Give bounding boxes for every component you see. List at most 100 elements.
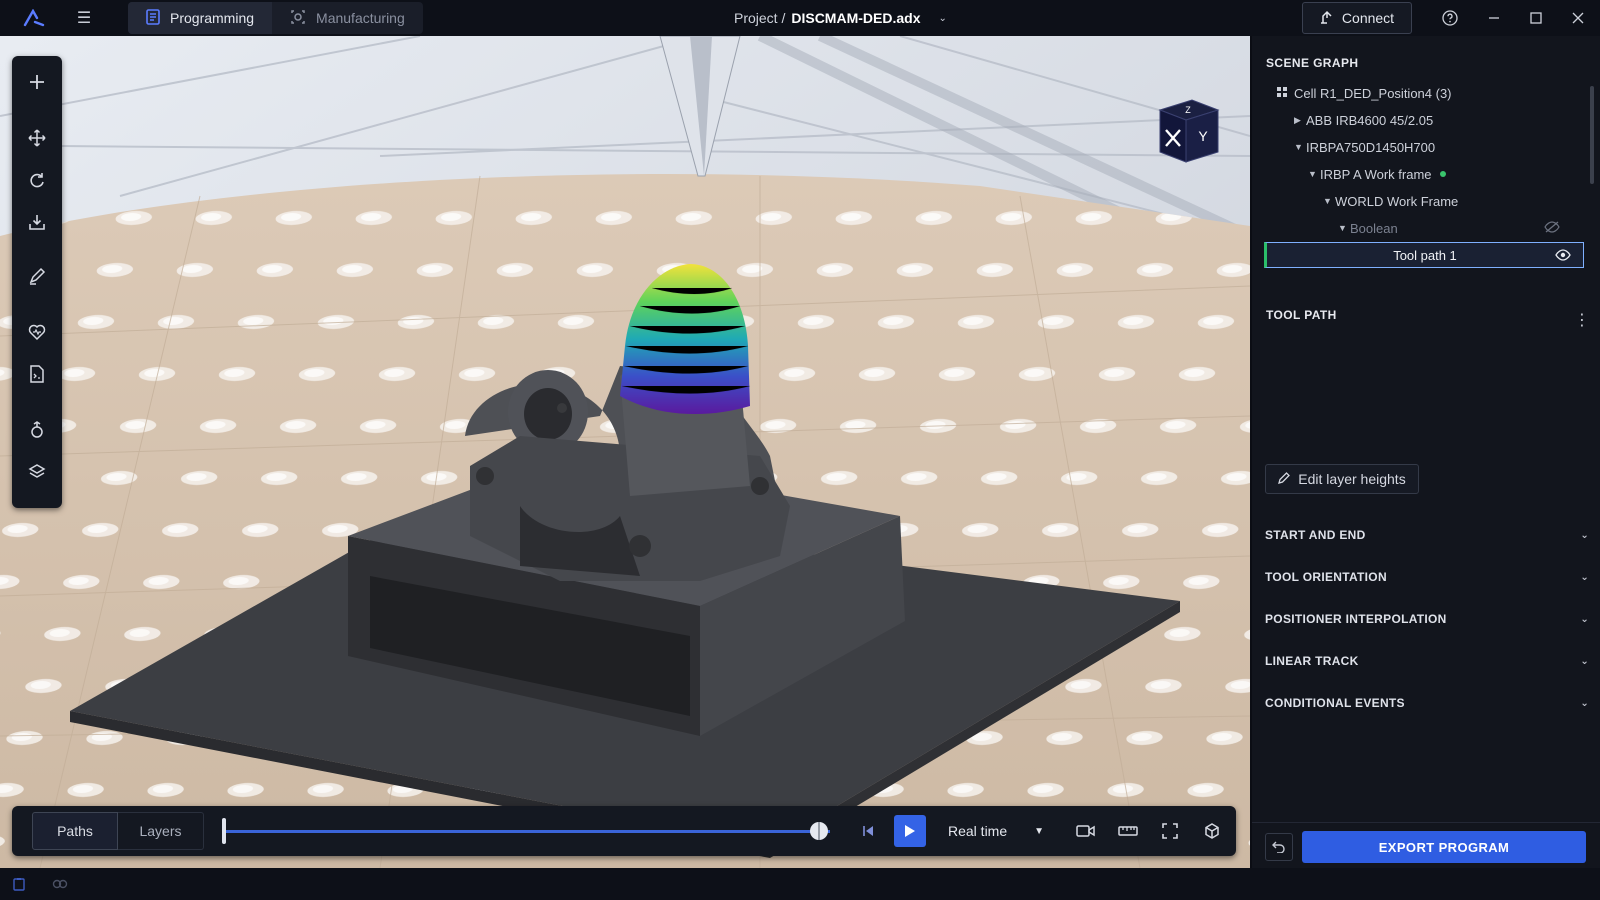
- tree-item-world-work-frame[interactable]: ▼ WORLD Work Frame: [1252, 188, 1584, 214]
- caret-down-icon: ▼: [1034, 825, 1044, 837]
- playback-bar: Paths Layers Real time ▼: [12, 806, 1236, 856]
- caret-down-icon[interactable]: ▼: [1294, 142, 1306, 152]
- panel-footer: EXPORT PROGRAM: [1252, 822, 1600, 868]
- viewcube-y-label: Y: [1198, 128, 1208, 144]
- export-program-button[interactable]: EXPORT PROGRAM: [1302, 831, 1586, 863]
- section-linear-track[interactable]: LINEAR TRACK ⌄: [1265, 648, 1589, 674]
- edit-layer-heights-label: Edit layer heights: [1298, 471, 1406, 487]
- tree-item-label: WORLD Work Frame: [1335, 193, 1459, 209]
- section-label: LINEAR TRACK: [1265, 654, 1359, 668]
- connect-label: Connect: [1341, 10, 1395, 26]
- tree-item-label: IRBP A Work frame: [1320, 166, 1432, 182]
- eye-off-icon[interactable]: [1544, 221, 1560, 236]
- tree-item-label: ABB IRB4600 45/2.05: [1306, 112, 1434, 128]
- playback-speed-select[interactable]: Real time ▼: [936, 815, 1050, 847]
- tab-programming[interactable]: Programming: [128, 2, 273, 34]
- section-conditional-events[interactable]: CONDITIONAL EVENTS ⌄: [1265, 690, 1589, 716]
- record-video-icon[interactable]: [1070, 815, 1102, 847]
- 3d-viewport[interactable]: Z Y: [0, 36, 1250, 868]
- favorite-icon[interactable]: [12, 314, 62, 350]
- left-toolbar: [12, 56, 62, 508]
- tree-item-irbp-work-frame[interactable]: ▼ IRBP A Work frame: [1252, 161, 1584, 187]
- section-label: POSITIONER INTERPOLATION: [1265, 612, 1447, 626]
- chevron-down-icon: ⌄: [938, 12, 947, 24]
- scene-graph-scrollbar[interactable]: [1590, 86, 1594, 184]
- caret-down-icon[interactable]: ▼: [1338, 223, 1350, 233]
- scene-render: [0, 36, 1250, 868]
- play-button[interactable]: [894, 815, 926, 847]
- layers-tab[interactable]: Layers: [118, 812, 204, 850]
- undo-icon[interactable]: [1265, 833, 1293, 861]
- tree-item-label: Cell R1_DED_Position4 (3): [1294, 85, 1452, 101]
- tab-manufacturing[interactable]: Manufacturing: [272, 2, 423, 34]
- section-label: TOOL ORIENTATION: [1265, 570, 1387, 584]
- section-positioner-interpolation[interactable]: POSITIONER INTERPOLATION ⌄: [1265, 606, 1589, 632]
- tab-label: Programming: [170, 10, 255, 26]
- weld-icon[interactable]: [12, 412, 62, 448]
- maximize-icon[interactable]: [1518, 0, 1554, 36]
- scene-graph-title: SCENE GRAPH: [1266, 56, 1359, 70]
- edit-layer-heights-button[interactable]: Edit layer heights: [1265, 464, 1419, 494]
- chevron-down-icon: ⌄: [1580, 613, 1589, 625]
- tree-item-positioner[interactable]: ▼ IRBPA750D1450H700: [1252, 134, 1584, 160]
- properties-panel: SCENE GRAPH Cell R1_DED_Position4 (3) ▶ …: [1252, 36, 1600, 868]
- timeline-track[interactable]: [224, 830, 830, 833]
- project-prefix: Project /: [734, 10, 786, 26]
- section-label: START AND END: [1265, 528, 1366, 542]
- tab-label: Manufacturing: [316, 10, 405, 26]
- status-bar: [0, 868, 1600, 900]
- section-label: CONDITIONAL EVENTS: [1265, 696, 1405, 710]
- mode-tabs: Programming Manufacturing: [128, 2, 423, 34]
- connect-button[interactable]: Connect: [1302, 2, 1412, 34]
- view-cube[interactable]: Z Y: [1152, 96, 1224, 168]
- connect-icon: [1320, 10, 1334, 27]
- tree-item-label: IRBPA750D1450H700: [1306, 139, 1436, 155]
- more-options-icon[interactable]: ⋮: [1574, 310, 1590, 330]
- hamburger-icon[interactable]: ☰: [66, 0, 102, 36]
- cell-icon: [1276, 86, 1288, 101]
- clipboard-icon[interactable]: [12, 877, 26, 894]
- project-title[interactable]: Project / DISCMAM-DED.adx ⌄: [734, 0, 947, 36]
- move-icon[interactable]: [12, 120, 62, 156]
- timeline-thumb[interactable]: [808, 820, 830, 842]
- rotate-icon[interactable]: [12, 162, 62, 198]
- import-icon[interactable]: [12, 204, 62, 240]
- chevron-down-icon: ⌄: [1580, 571, 1589, 583]
- chevron-down-icon: ⌄: [1580, 697, 1589, 709]
- app-logo-icon[interactable]: [16, 0, 52, 36]
- section-start-and-end[interactable]: START AND END ⌄: [1265, 522, 1589, 548]
- tree-item-label: Tool path 1: [1393, 247, 1457, 263]
- pencil-icon: [1278, 471, 1291, 487]
- tree-item-tool-path-1[interactable]: Tool path 1: [1264, 242, 1584, 268]
- manufacturing-icon: [290, 9, 306, 28]
- title-bar: ☰ Programming Manufacturing Project / DI…: [0, 0, 1600, 36]
- playback-speed-value: Real time: [948, 823, 1008, 839]
- fullscreen-icon[interactable]: [1154, 815, 1186, 847]
- cube-view-icon[interactable]: [1196, 815, 1228, 847]
- caret-right-icon[interactable]: ▶: [1294, 115, 1306, 126]
- help-icon[interactable]: [1432, 0, 1468, 36]
- programming-icon: [146, 8, 160, 28]
- play-icon: [905, 825, 915, 837]
- tree-item-boolean[interactable]: ▼ Boolean: [1252, 215, 1584, 241]
- caret-down-icon[interactable]: ▼: [1323, 196, 1335, 206]
- document-icon[interactable]: [12, 356, 62, 392]
- minimize-icon[interactable]: [1476, 0, 1512, 36]
- timeline-start-handle[interactable]: [222, 818, 226, 844]
- caret-down-icon[interactable]: ▼: [1308, 169, 1320, 179]
- add-icon[interactable]: [12, 64, 62, 100]
- close-icon[interactable]: [1560, 0, 1596, 36]
- eye-icon[interactable]: [1555, 249, 1571, 264]
- paths-tab[interactable]: Paths: [32, 812, 118, 850]
- skip-to-start-icon[interactable]: [852, 815, 884, 847]
- tree-item-cell[interactable]: Cell R1_DED_Position4 (3): [1252, 80, 1584, 106]
- chevron-down-icon: ⌄: [1580, 529, 1589, 541]
- active-status-dot: [1439, 171, 1446, 177]
- measure-icon[interactable]: [1112, 815, 1144, 847]
- tree-item-label: Boolean: [1350, 220, 1398, 236]
- link-icon[interactable]: [52, 878, 68, 893]
- edit-path-icon[interactable]: [12, 258, 62, 294]
- tree-item-robot[interactable]: ▶ ABB IRB4600 45/2.05: [1252, 107, 1584, 133]
- layers-icon[interactable]: [12, 454, 62, 490]
- section-tool-orientation[interactable]: TOOL ORIENTATION ⌄: [1265, 564, 1589, 590]
